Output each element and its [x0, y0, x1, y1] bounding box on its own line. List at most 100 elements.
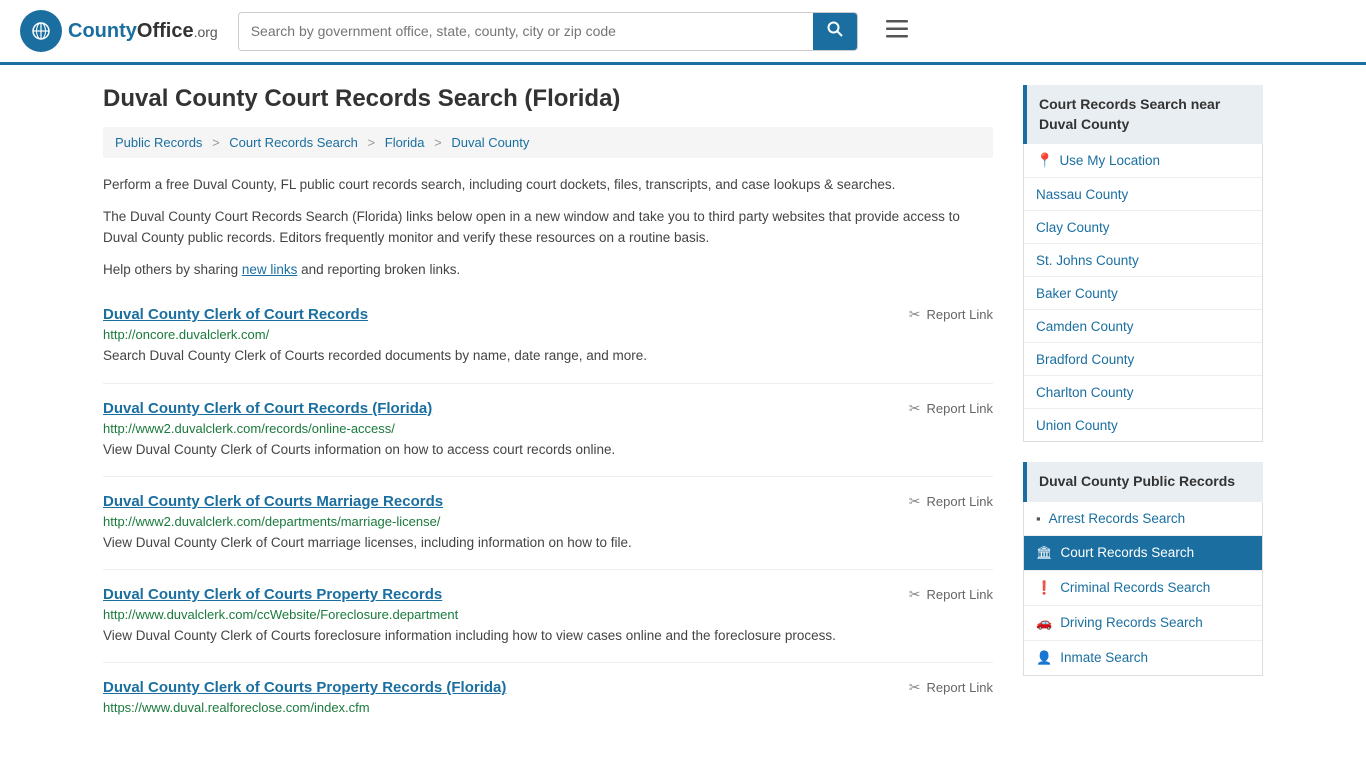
result-url-3[interactable]: http://www.duvalclerk.com/ccWebsite/Fore… — [103, 607, 993, 622]
public-records-item-0[interactable]: ▪ Arrest Records Search — [1024, 502, 1262, 536]
report-label-0: Report Link — [927, 307, 993, 322]
pr-icon-3: 🚗 — [1036, 615, 1052, 631]
report-link-1[interactable]: ✂ Report Link — [909, 400, 993, 417]
report-icon-3: ✂ — [909, 586, 921, 603]
pr-icon-0: ▪ — [1036, 511, 1041, 526]
result-desc-1: View Duval County Clerk of Courts inform… — [103, 440, 993, 460]
public-records-item-4[interactable]: 👤 Inmate Search — [1024, 641, 1262, 675]
logo-icon — [20, 10, 62, 52]
result-item: Duval County Clerk of Courts Property Re… — [103, 570, 993, 663]
nearby-county-link-2[interactable]: St. Johns County — [1036, 253, 1139, 268]
search-input[interactable] — [239, 13, 813, 50]
result-title-1[interactable]: Duval County Clerk of Court Records (Flo… — [103, 400, 432, 417]
nearby-county-link-3[interactable]: Baker County — [1036, 286, 1118, 301]
report-label-2: Report Link — [927, 494, 993, 509]
pr-icon-1: 🏛 — [1036, 545, 1053, 561]
result-url-4[interactable]: https://www.duval.realforeclose.com/inde… — [103, 700, 993, 715]
result-title-4[interactable]: Duval County Clerk of Courts Property Re… — [103, 679, 506, 696]
main-container: Duval County Court Records Search (Flori… — [83, 65, 1283, 755]
breadcrumb-florida[interactable]: Florida — [385, 135, 425, 150]
public-records-section: Duval County Public Records ▪ Arrest Rec… — [1023, 462, 1263, 676]
location-pin-icon: 📍 — [1036, 152, 1053, 169]
report-icon-4: ✂ — [909, 679, 921, 696]
report-link-4[interactable]: ✂ Report Link — [909, 679, 993, 696]
site-logo[interactable]: CountyOffice.org — [20, 10, 218, 52]
breadcrumb-public-records[interactable]: Public Records — [115, 135, 202, 150]
breadcrumb: Public Records > Court Records Search > … — [103, 127, 993, 158]
result-desc-2: View Duval County Clerk of Court marriag… — [103, 533, 993, 553]
result-url-1[interactable]: http://www2.duvalclerk.com/records/onlin… — [103, 421, 993, 436]
use-my-location-link[interactable]: Use My Location — [1059, 153, 1160, 168]
new-links[interactable]: new links — [242, 262, 298, 277]
public-records-item-2[interactable]: ❗ Criminal Records Search — [1024, 571, 1262, 606]
description-3: Help others by sharing new links and rep… — [103, 259, 993, 281]
logo-text: CountyOffice.org — [68, 20, 218, 43]
pr-icon-2: ❗ — [1036, 580, 1052, 596]
result-desc-0: Search Duval County Clerk of Courts reco… — [103, 346, 993, 366]
nearby-county-link-1[interactable]: Clay County — [1036, 220, 1110, 235]
nearby-county-link-6[interactable]: Charlton County — [1036, 385, 1134, 400]
results-list: Duval County Clerk of Court Records ✂ Re… — [103, 290, 993, 735]
description-3-pre: Help others by sharing — [103, 262, 242, 277]
result-title-2[interactable]: Duval County Clerk of Courts Marriage Re… — [103, 493, 443, 510]
nearby-county-item: Union County — [1024, 409, 1262, 441]
search-bar — [238, 12, 858, 51]
pr-link-2[interactable]: Criminal Records Search — [1060, 580, 1210, 595]
public-records-item-1[interactable]: 🏛 Court Records Search — [1024, 536, 1262, 571]
nearby-county-item: Bradford County — [1024, 343, 1262, 376]
nearby-county-link-4[interactable]: Camden County — [1036, 319, 1134, 334]
result-desc-3: View Duval County Clerk of Courts forecl… — [103, 626, 993, 646]
nearby-section-title: Court Records Search near Duval County — [1023, 85, 1263, 144]
breadcrumb-sep-1: > — [212, 135, 220, 150]
report-link-3[interactable]: ✂ Report Link — [909, 586, 993, 603]
nearby-county-link-7[interactable]: Union County — [1036, 418, 1118, 433]
nearby-county-item: St. Johns County — [1024, 244, 1262, 277]
nearby-section: Court Records Search near Duval County 📍… — [1023, 85, 1263, 442]
page-title: Duval County Court Records Search (Flori… — [103, 85, 993, 113]
report-link-2[interactable]: ✂ Report Link — [909, 493, 993, 510]
report-label-1: Report Link — [927, 401, 993, 416]
public-records-title: Duval County Public Records — [1023, 462, 1263, 502]
report-label-4: Report Link — [927, 680, 993, 695]
main-content: Duval County Court Records Search (Flori… — [103, 85, 993, 735]
breadcrumb-sep-3: > — [434, 135, 442, 150]
description-2: The Duval County Court Records Search (F… — [103, 206, 993, 249]
nearby-county-link-5[interactable]: Bradford County — [1036, 352, 1134, 367]
report-icon-2: ✂ — [909, 493, 921, 510]
search-button[interactable] — [813, 13, 857, 50]
pr-link-0[interactable]: Arrest Records Search — [1049, 511, 1186, 526]
nearby-list: 📍 Use My Location Nassau County Clay Coun… — [1023, 144, 1263, 442]
result-url-2[interactable]: http://www2.duvalclerk.com/departments/m… — [103, 514, 993, 529]
report-icon-1: ✂ — [909, 400, 921, 417]
report-link-0[interactable]: ✂ Report Link — [909, 306, 993, 323]
breadcrumb-duval-county[interactable]: Duval County — [451, 135, 529, 150]
result-title-0[interactable]: Duval County Clerk of Court Records — [103, 306, 368, 323]
result-item: Duval County Clerk of Court Records (Flo… — [103, 384, 993, 477]
result-item: Duval County Clerk of Court Records ✂ Re… — [103, 290, 993, 383]
breadcrumb-court-records[interactable]: Court Records Search — [229, 135, 358, 150]
nearby-county-link-0[interactable]: Nassau County — [1036, 187, 1128, 202]
report-icon-0: ✂ — [909, 306, 921, 323]
public-records-item-3[interactable]: 🚗 Driving Records Search — [1024, 606, 1262, 641]
site-header: CountyOffice.org — [0, 0, 1366, 65]
pr-icon-4: 👤 — [1036, 650, 1052, 666]
breadcrumb-sep-2: > — [368, 135, 376, 150]
result-url-0[interactable]: http://oncore.duvalclerk.com/ — [103, 327, 993, 342]
result-title-3[interactable]: Duval County Clerk of Courts Property Re… — [103, 586, 442, 603]
nearby-county-item: Camden County — [1024, 310, 1262, 343]
result-item: Duval County Clerk of Courts Property Re… — [103, 663, 993, 735]
menu-button[interactable] — [878, 14, 916, 48]
nearby-county-item: Baker County — [1024, 277, 1262, 310]
pr-link-3[interactable]: Driving Records Search — [1060, 615, 1203, 630]
result-item: Duval County Clerk of Courts Marriage Re… — [103, 477, 993, 570]
sidebar: Court Records Search near Duval County 📍… — [1023, 85, 1263, 735]
pr-link-4[interactable]: Inmate Search — [1060, 650, 1148, 665]
description-1: Perform a free Duval County, FL public c… — [103, 174, 993, 196]
report-label-3: Report Link — [927, 587, 993, 602]
pr-link-1[interactable]: Court Records Search — [1061, 545, 1195, 560]
nearby-county-item: Charlton County — [1024, 376, 1262, 409]
nearby-county-item: Nassau County — [1024, 178, 1262, 211]
use-my-location-item[interactable]: 📍 Use My Location — [1024, 144, 1262, 178]
description-3-post: and reporting broken links. — [297, 262, 460, 277]
nearby-county-item: Clay County — [1024, 211, 1262, 244]
